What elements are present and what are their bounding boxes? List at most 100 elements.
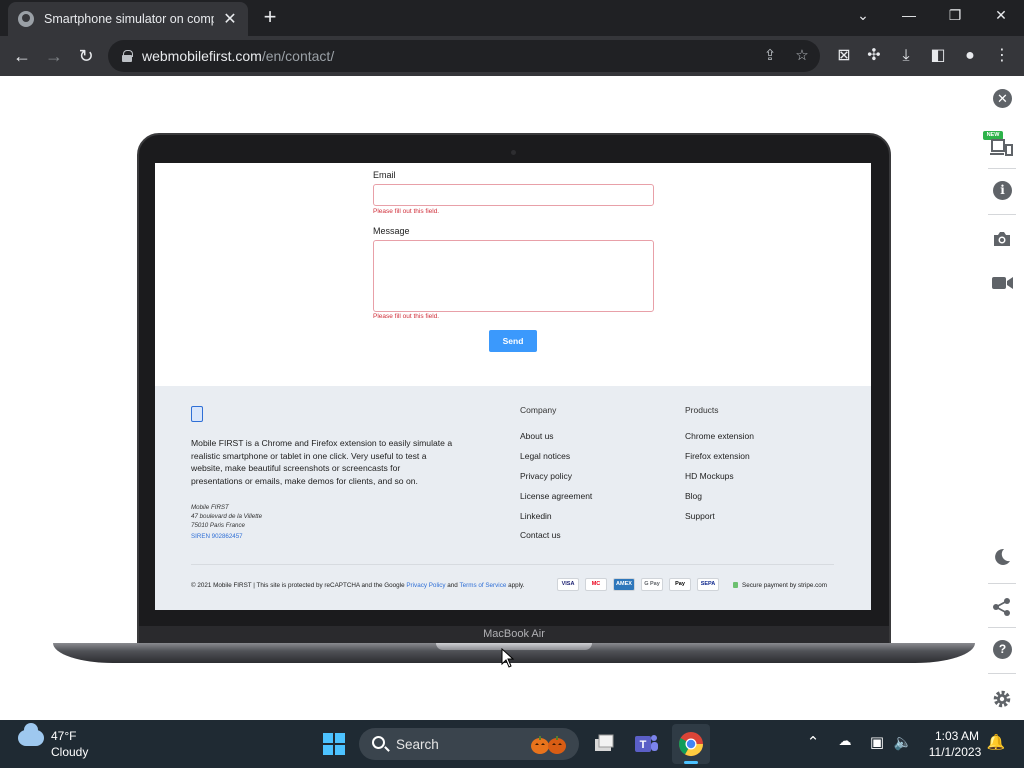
cloud-weather-icon[interactable] [18,723,44,746]
message-error: Please fill out this field. [373,313,440,320]
footer-link-privacy-policy[interactable]: Privacy policy [520,471,572,481]
panel-divider [988,627,1016,628]
teams-icon[interactable]: T [632,730,660,758]
footer-link-chrome-extension[interactable]: Chrome extension [685,431,754,441]
email-label: Email [373,170,396,180]
search-label: Search [396,737,439,752]
extension-x-icon[interactable]: ⊠ [832,44,856,68]
tab-title: Smartphone simulator on comp [44,12,214,26]
mobile-first-logo-icon [191,406,203,422]
settings-gear-icon[interactable] [992,689,1012,709]
windows-start-icon[interactable] [323,733,345,755]
video-record-icon[interactable] [992,276,1014,290]
reload-button[interactable]: ↻ [74,44,98,68]
chrome-icon[interactable] [677,730,705,758]
email-error: Please fill out this field. [373,208,440,215]
email-field[interactable] [373,184,654,206]
footer-link-linkedin[interactable]: Linkedin [520,511,552,521]
clock-date[interactable]: 11/1/2023 [920,745,990,759]
new-tab-button[interactable]: + [258,5,282,29]
active-app-indicator [684,761,698,764]
url-host: webmobilefirst.com [142,48,262,64]
info-icon[interactable]: i [993,181,1012,200]
footer-divider [191,564,834,565]
message-field[interactable] [373,240,654,312]
privacy-policy-link[interactable]: Privacy Policy [406,582,445,589]
mouse-cursor-icon [501,648,515,668]
network-icon[interactable]: ▣ [866,733,888,751]
file-explorer-icon[interactable] [590,730,618,758]
menu-kebab-icon[interactable]: ⋮ [990,44,1014,68]
share-icon[interactable] [992,597,1012,617]
footer-link-support[interactable]: Support [685,511,715,521]
globe-icon [18,11,34,27]
restore-button[interactable]: ❐ [932,0,978,30]
footer-link-contact-us[interactable]: Contact us [520,530,561,540]
panel-divider [988,214,1016,215]
volume-muted-icon[interactable]: 🔈 [892,733,914,751]
copyright-apply: apply. [506,582,525,589]
close-simulator-icon[interactable]: ✕ [993,89,1012,108]
weather-temperature[interactable]: 47°F [51,729,76,743]
search-icon [372,736,385,749]
footer-address: Mobile FIRST 47 boulevard de la Villette… [191,503,262,530]
visa-icon: VISA [557,578,579,591]
address-line: Mobile FIRST [191,504,229,511]
back-button[interactable]: ← [10,44,34,68]
copyright-text: © 2021 Mobile FIRST | This site is prote… [191,582,524,589]
devices-icon[interactable] [990,138,1014,158]
help-icon[interactable]: ? [993,640,1012,659]
camera-icon [511,150,516,155]
forward-button[interactable]: → [42,44,66,68]
amex-icon: AMEX [613,578,635,591]
panel-divider [988,168,1016,169]
panel-divider [988,583,1016,584]
chevron-down-icon[interactable]: ⌄ [840,0,886,30]
footer-link-legal-notices[interactable]: Legal notices [520,451,570,461]
footer-description: Mobile FIRST is a Chrome and Firefox ext… [191,438,453,486]
download-icon[interactable]: ⤓ [894,44,918,68]
chevron-up-icon[interactable]: ⌃ [802,733,824,751]
apple-pay-icon: Pay [669,578,691,591]
address-line: 47 boulevard de la Villette [191,513,263,520]
address-bar[interactable]: webmobilefirst.com/en/contact/ ⇪ ☆ [108,40,820,72]
dark-mode-moon-icon[interactable] [993,548,1011,566]
halloween-pumpkin-icon [531,736,566,754]
tab-strip: Smartphone simulator on comp ✕ + ⌄ — ❐ ✕ [0,0,1024,36]
notification-bell-icon[interactable]: 🔔 [985,733,1007,751]
footer-link-hd-mockups[interactable]: HD Mockups [685,471,734,481]
footer-link-firefox-extension[interactable]: Firefox extension [685,451,750,461]
footer-link-blog[interactable]: Blog [685,491,702,501]
padlock-icon [733,582,738,589]
products-heading: Products [685,405,719,415]
clock-time[interactable]: 1:03 AM [926,729,988,743]
laptop-screen: Email Please fill out this field. Messag… [155,163,871,610]
send-button[interactable]: Send [489,330,537,352]
lock-icon [122,50,133,62]
footer-link-about-us[interactable]: About us [520,431,554,441]
company-heading: Company [520,405,557,415]
browser-toolbar: ← → ↻ webmobilefirst.com/en/contact/ ⇪ ☆… [0,36,1024,76]
onedrive-cloud-icon[interactable]: ☁ [834,733,856,749]
message-label: Message [373,226,410,236]
siren-link[interactable]: SIREN 902862457 [191,533,243,540]
camera-screenshot-icon[interactable] [992,231,1012,247]
share-icon[interactable]: ⇪ [760,46,780,66]
bookmark-star-icon[interactable]: ☆ [792,46,812,66]
side-panel-icon[interactable]: ◧ [926,44,950,68]
tab-close-button[interactable]: ✕ [222,9,238,29]
panel-divider [988,673,1016,674]
profile-icon[interactable]: ● [958,44,982,68]
minimize-button[interactable]: — [886,0,932,30]
secure-payment-label: Secure payment by stripe.com [742,582,828,589]
terms-of-service-link[interactable]: Terms of Service [459,582,506,589]
close-window-button[interactable]: ✕ [978,0,1024,30]
url-text: webmobilefirst.com/en/contact/ [142,48,334,64]
puzzle-extensions-icon[interactable]: ✣ [862,44,886,68]
weather-description[interactable]: Cloudy [51,745,88,759]
site-footer: Mobile FIRST is a Chrome and Firefox ext… [155,386,871,610]
footer-link-license-agreement[interactable]: License agreement [520,491,592,501]
mastercard-icon: MC [585,578,607,591]
browser-tab[interactable]: Smartphone simulator on comp ✕ [8,2,248,36]
address-line: 75010 Paris France [191,522,245,529]
